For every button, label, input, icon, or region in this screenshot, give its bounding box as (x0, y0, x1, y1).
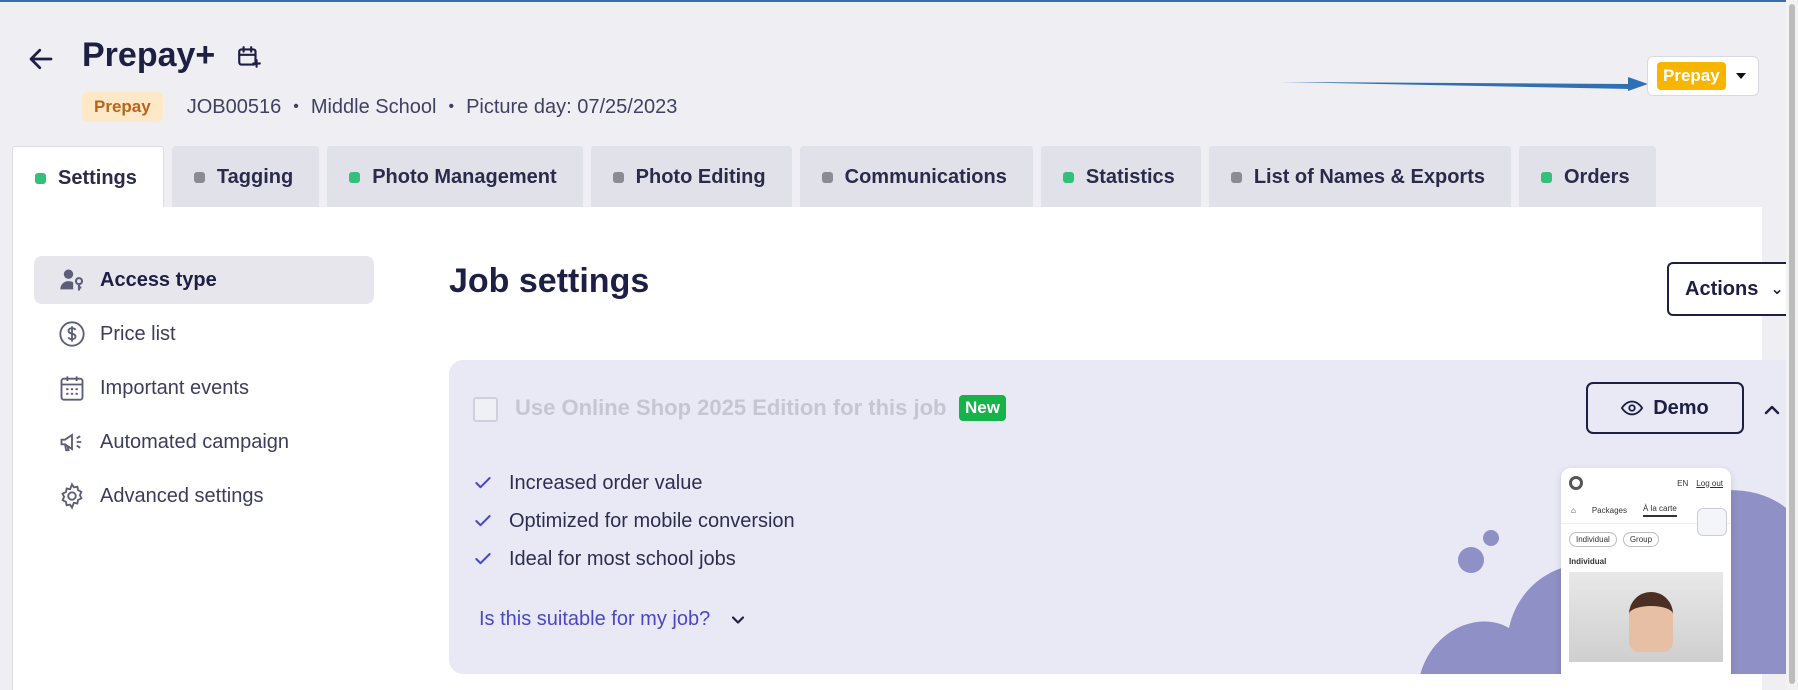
benefit-text: Increased order value (509, 471, 703, 494)
calendar-plus-icon[interactable] (236, 44, 262, 70)
cart-icon (1697, 508, 1727, 536)
preview-section-title: Individual (1569, 557, 1607, 566)
page-job-title: Prepay+ (82, 36, 216, 74)
child-portrait (1629, 592, 1673, 652)
status-dot-icon (193, 171, 205, 183)
chevron-down-icon: ⌄ (1770, 281, 1784, 298)
tab-label: Communications (844, 165, 1007, 188)
tab-label: Photo Editing (635, 165, 766, 188)
tab-settings[interactable]: Settings (12, 146, 164, 209)
school-type: Middle School (310, 95, 437, 118)
sidebar-item-label: Advanced settings (100, 484, 264, 507)
tab-orders[interactable]: Orders (1518, 146, 1656, 208)
online-shop-checkbox[interactable] (473, 397, 498, 422)
actions-button[interactable]: Actions ⌄ (1667, 262, 1798, 316)
check-icon (475, 477, 491, 489)
check-icon (475, 515, 491, 527)
list-item: Ideal for most school jobs (473, 540, 795, 578)
separator: • (293, 98, 299, 115)
tab-label: Statistics (1085, 165, 1175, 188)
suitable-link-text: Is this suitable for my job? (479, 608, 711, 630)
tab-label: Settings (58, 166, 137, 189)
demo-label: Demo (1653, 396, 1709, 419)
tab-communications[interactable]: Communications (799, 146, 1033, 208)
actions-label: Actions (1685, 277, 1759, 300)
sidebar-item-automated-campaign[interactable]: Automated campaign (34, 418, 374, 466)
logout-link: Log out (1696, 478, 1723, 488)
list-item: Optimized for mobile conversion (473, 502, 795, 540)
online-shop-title: Use Online Shop 2025 Edition for this jo… (515, 395, 947, 420)
tab-bar: Settings Tagging Photo Management Photo … (12, 146, 1664, 209)
home-icon: ⌂ (1571, 506, 1576, 515)
status-dot-icon (349, 171, 361, 183)
annotation-arrow (1280, 77, 1648, 91)
tab-statistics[interactable]: Statistics (1040, 146, 1201, 208)
megaphone-icon (60, 433, 82, 452)
logo-icon (1569, 476, 1583, 490)
eye-icon (1621, 400, 1644, 416)
tab-photo-editing[interactable]: Photo Editing (590, 146, 792, 208)
benefit-text: Ideal for most school jobs (509, 547, 736, 570)
preview-pill-group: Group (1622, 532, 1660, 547)
suitable-link[interactable]: Is this suitable for my job? (479, 608, 748, 631)
status-dot-icon (612, 171, 624, 183)
top-border (0, 0, 1798, 2)
caret-down-icon (1735, 73, 1746, 79)
tab-label: Photo Management (372, 165, 557, 188)
sidebar-item-label: Important events (100, 376, 249, 399)
page-title: Job settings (449, 262, 650, 300)
sidebar-item-label: Automated campaign (100, 430, 290, 453)
benefit-list: Increased order value Optimized for mobi… (473, 464, 795, 578)
arrow-left-icon[interactable] (26, 44, 56, 74)
tab-label: Tagging (216, 165, 294, 188)
separator: • (448, 98, 455, 115)
mode-pill: Prepay (1657, 62, 1726, 90)
check-icon (475, 553, 491, 565)
sidebar-item-important-events[interactable]: Important events (34, 364, 374, 412)
preview-nav-packages: Packages (1591, 506, 1627, 515)
preview-nav-a-la-carte: À la carte (1642, 504, 1677, 517)
tab-label: Orders (1563, 165, 1630, 188)
chevron-down-icon (732, 615, 745, 624)
preview-photo (1569, 572, 1723, 662)
calendar-icon (60, 376, 84, 401)
user-key-icon (60, 269, 84, 291)
picture-day: Picture day: 07/25/2023 (466, 95, 678, 118)
sidebar-item-access-type[interactable]: Access type (34, 256, 374, 304)
job-meta: Prepay JOB00516 • Middle School • Pictur… (82, 91, 677, 123)
online-shop-card: Use Online Shop 2025 Edition for this jo… (449, 360, 1798, 674)
sidebar-item-label: Price list (100, 322, 176, 345)
status-dot-icon (1230, 171, 1242, 183)
dollar-circle-icon (59, 321, 85, 347)
access-mode-dropdown[interactable]: Prepay (1647, 56, 1759, 96)
preview-pill-individual: Individual (1569, 532, 1617, 547)
prepay-badge: Prepay (82, 92, 163, 122)
tab-list-of-names-exports[interactable]: List of Names & Exports (1208, 146, 1511, 208)
demo-button[interactable]: Demo (1586, 382, 1744, 434)
chevron-up-icon[interactable] (1760, 398, 1784, 422)
tab-tagging[interactable]: Tagging (171, 146, 320, 208)
page-scrollbar[interactable] (1786, 0, 1798, 690)
new-badge: New (959, 395, 1006, 421)
status-dot-icon (821, 171, 833, 183)
status-dot-icon (1062, 171, 1074, 183)
scrollbar-thumb[interactable] (1789, 4, 1795, 684)
sidebar-item-label: Access type (100, 268, 217, 291)
benefit-text: Optimized for mobile conversion (509, 509, 795, 532)
sidebar-item-price-list[interactable]: Price list (34, 310, 374, 358)
status-dot-icon (1540, 171, 1552, 183)
language-label: EN (1677, 478, 1689, 488)
settings-sidebar: Access type Price list Important events … (34, 256, 374, 526)
gear-icon (61, 482, 83, 510)
online-shop-preview: EN Log out ⌂ Packages À la carte Individ… (1561, 468, 1731, 674)
list-item: Increased order value (473, 464, 795, 502)
status-dot-icon (35, 172, 46, 184)
sidebar-item-advanced-settings[interactable]: Advanced settings (34, 472, 374, 520)
tab-photo-management[interactable]: Photo Management (327, 146, 583, 208)
job-id: JOB00516 (186, 95, 282, 118)
tab-label: List of Names & Exports (1253, 165, 1485, 188)
